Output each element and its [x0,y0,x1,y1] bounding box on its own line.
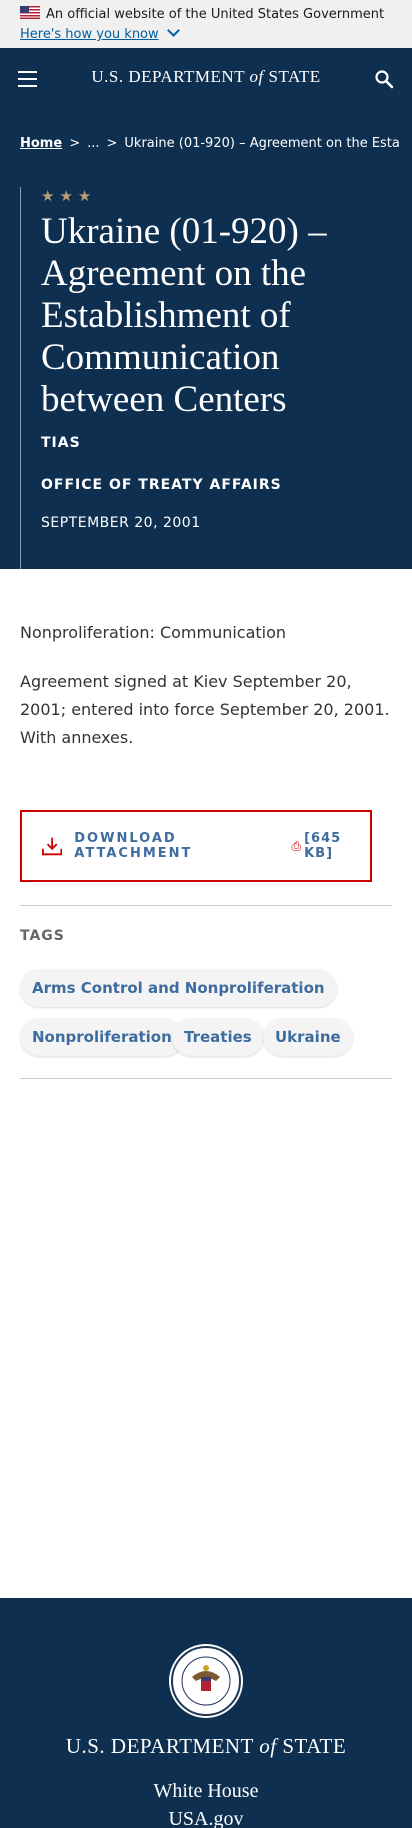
site-logo[interactable]: U.S. DEPARTMENT of STATE [0,67,412,87]
office-label: OFFICE OF TREATY AFFAIRS [41,477,282,493]
breadcrumb-home-link[interactable]: Home [20,136,62,151]
official-gov-banner: An official website of the United States… [0,0,412,48]
publish-date: SEPTEMBER 20, 2001 [41,515,201,531]
heres-how-you-know-link[interactable]: Here's how you know [20,27,159,42]
download-label: DOWNLOAD ATTACHMENT [74,831,193,861]
hero-section: U.S. DEPARTMENT of STATE Home >... > Ukrain… [0,48,412,569]
download-attachment-button[interactable]: DOWNLOAD ATTACHMENT ⎙ [645 KB] [20,810,372,882]
site-header: U.S. DEPARTMENT of STATE [0,48,412,110]
download-icon [42,837,63,856]
breadcrumb: Home >... > Ukraine (01-920) – Agreement on… [20,136,400,151]
file-size: [645 KB] [304,831,342,861]
divider [20,1078,392,1079]
breadcrumb-separator: > [69,136,81,151]
breadcrumb-separator: > [106,136,118,151]
summary-text: Agreement signed at Kiev September 20, 2… [20,672,390,747]
page-title: Ukraine (01-920) – Agreement on the Esta… [41,211,327,420]
footer-link-usa-gov[interactable]: USA.gov [0,1808,412,1828]
topic-text: Nonproliferation: Communication [20,623,287,642]
department-seal-icon [169,1644,243,1718]
main-content: Nonproliferation: Communication Agreemen… [20,618,392,752]
stars-decoration: ★★★ [41,187,97,205]
tag-link[interactable]: Ukraine [263,1018,353,1056]
pdf-icon: ⎙ [291,838,302,853]
title-block: ★★★ Ukraine (01-920) – Agreement on the … [20,187,327,569]
footer-link-white-house[interactable]: White House [0,1780,412,1803]
category-label: TIAS [41,435,81,451]
tags-heading: TAGS [20,928,65,944]
footer-logo[interactable]: U.S. DEPARTMENT of STATE [0,1734,412,1759]
site-footer: U.S. DEPARTMENT of STATE White House USA… [0,1598,412,1828]
tag-link[interactable]: Nonproliferation [20,1018,184,1056]
tag-link[interactable]: Arms Control and Nonproliferation [20,969,337,1007]
chevron-down-icon[interactable] [166,24,180,37]
us-flag-icon [20,6,40,19]
tag-link[interactable]: Treaties [172,1018,264,1056]
divider [20,905,392,906]
breadcrumb-current: Ukraine (01-920) – Agreement on the Esta… [124,136,400,151]
banner-text: An official website of the United States… [46,7,385,22]
breadcrumb-ellipsis[interactable]: ... [87,136,99,151]
search-icon[interactable] [374,69,394,89]
